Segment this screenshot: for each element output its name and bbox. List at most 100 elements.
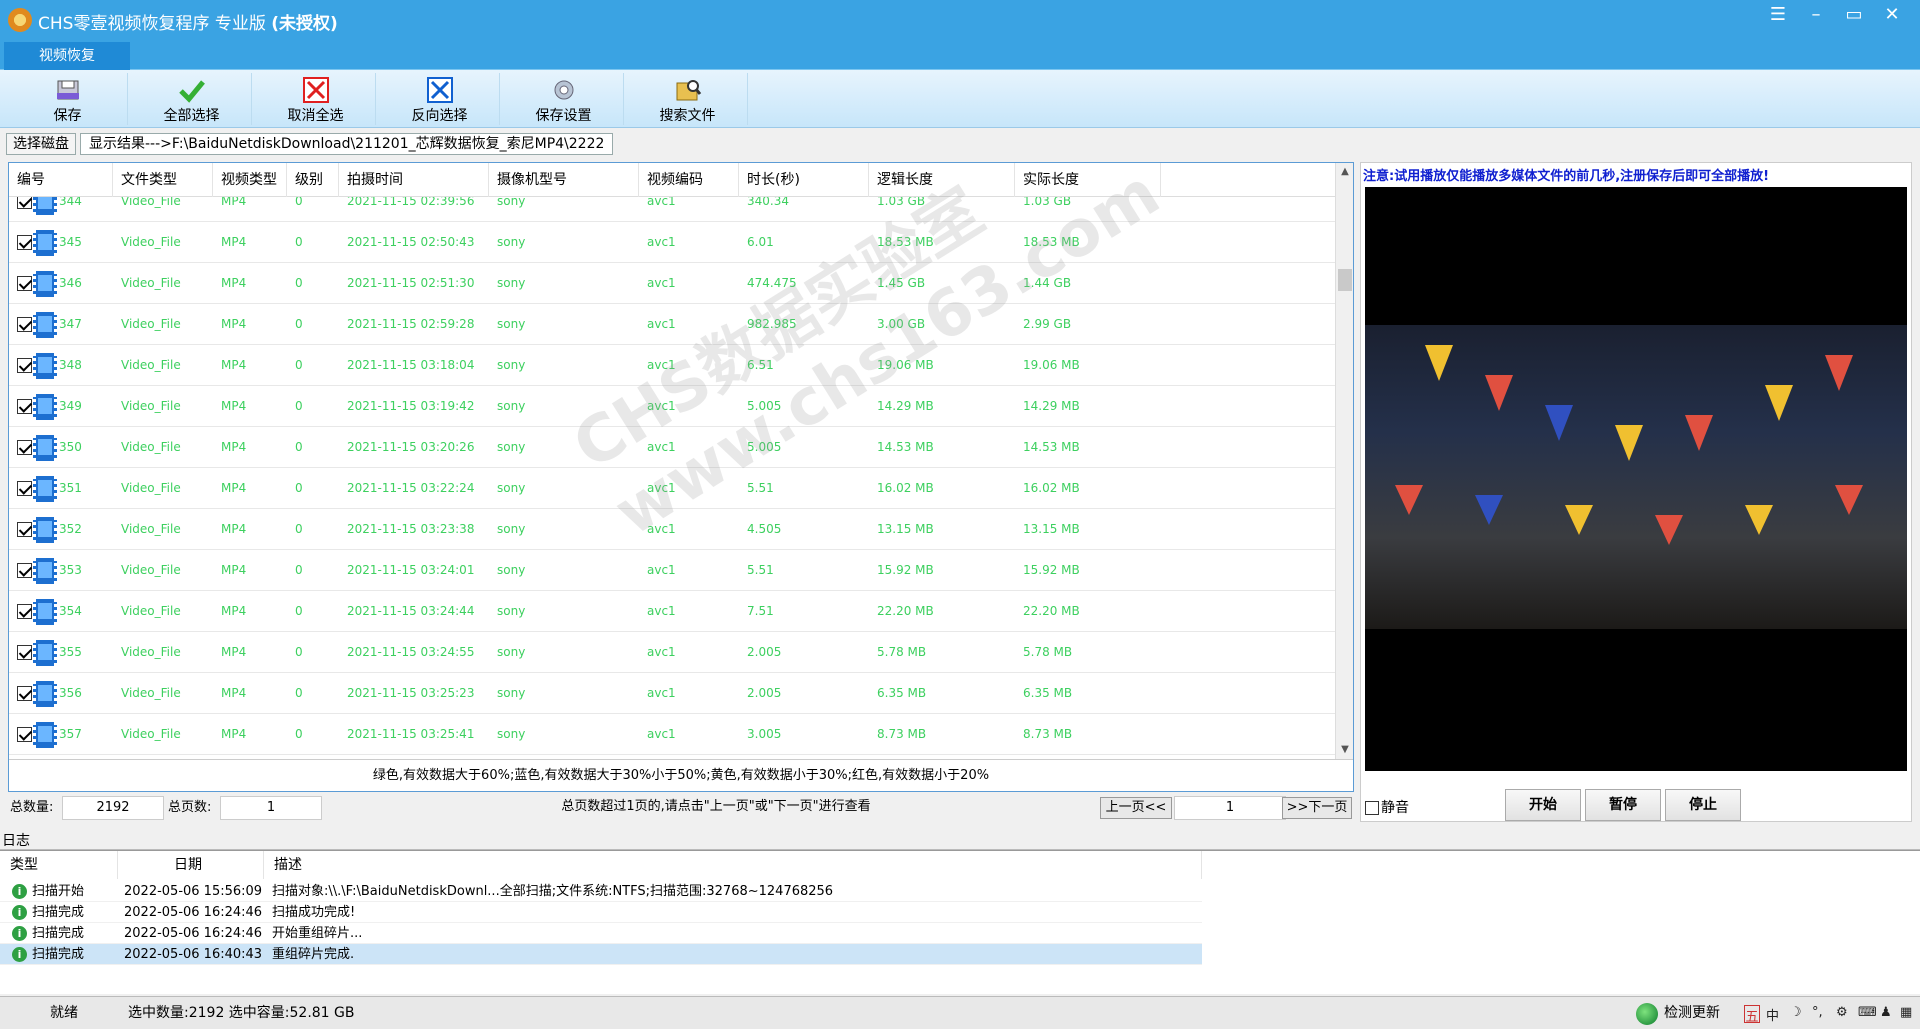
row-checkbox[interactable] [17,522,32,537]
table-row[interactable]: 344 Video_File MP4 0 2021-11-15 02:39:56 sony… [9,197,1335,222]
table-row[interactable]: 356 Video_File MP4 0 2021-11-15 03:25:23 sony… [9,673,1335,714]
table-row[interactable]: 357 Video_File MP4 0 2021-11-15 03:25:41 sony… [9,714,1335,755]
col-file-type[interactable]: 文件类型 [113,163,213,197]
table-row[interactable]: 353 Video_File MP4 0 2021-11-15 03:24:01 sony… [9,550,1335,591]
update-globe-icon[interactable] [1636,1003,1658,1025]
table-row[interactable]: 351 Video_File MP4 0 2021-11-15 03:22:24 sony… [9,468,1335,509]
row-ftype: Video_File [121,645,181,659]
keyboard-icon[interactable]: ⌨ [1858,1005,1877,1023]
row-checkbox[interactable] [17,358,32,373]
table-row[interactable]: 349 Video_File MP4 0 2021-11-15 03:19:42 sony… [9,386,1335,427]
select-all-button[interactable]: 全部选择 [132,73,252,125]
row-checkbox[interactable] [17,440,32,455]
row-level: 0 [295,276,303,290]
row-level: 0 [295,358,303,372]
log-row[interactable]: i 扫描完成 2022-05-06 16:24:46 开始重组碎片... [0,923,1202,944]
maximize-icon[interactable]: ▭ [1838,4,1870,26]
row-checkbox[interactable] [17,481,32,496]
col-duration[interactable]: 时长(秒) [739,163,869,197]
col-actual-length[interactable]: 实际长度 [1015,163,1161,197]
table-row[interactable]: 348 Video_File MP4 0 2021-11-15 03:18:04 sony… [9,345,1335,386]
log-row[interactable]: i 扫描开始 2022-05-06 15:56:09 扫描对象:\\.\F:\Baid… [0,881,1202,902]
table-row[interactable]: 346 Video_File MP4 0 2021-11-15 02:51:30 sony… [9,263,1335,304]
row-time: 2021-11-15 02:50:43 [347,235,475,249]
next-page-button[interactable]: >>下一页 [1282,797,1352,819]
row-checkbox[interactable] [17,235,32,250]
grid-icon[interactable]: ▦ [1900,1005,1912,1023]
settings-icon[interactable]: ⚙ [1836,1005,1848,1023]
col-logical-length[interactable]: 逻辑长度 [869,163,1015,197]
table-row[interactable]: 350 Video_File MP4 0 2021-11-15 03:20:26 sony… [9,427,1335,468]
prev-page-button[interactable]: 上一页<< [1100,797,1172,819]
scroll-down-icon[interactable]: ▼ [1336,741,1354,759]
table-row[interactable]: 345 Video_File MP4 0 2021-11-15 02:50:43 sony… [9,222,1335,263]
col-codec[interactable]: 视频编码 [639,163,739,197]
close-icon[interactable]: ✕ [1876,4,1908,26]
bunting-flag [1425,345,1453,381]
moon-icon[interactable]: ☽ [1790,1005,1802,1023]
scroll-thumb[interactable] [1338,269,1352,291]
log-col-desc[interactable]: 描述 [264,851,1202,879]
col-id[interactable]: 编号 [9,163,113,197]
row-vtype: MP4 [221,686,247,700]
ime-mode[interactable]: 中 [1766,1005,1779,1024]
invert-selection-button[interactable]: 反向选择 [380,73,500,125]
video-player[interactable] [1365,187,1907,771]
mute-checkbox[interactable]: 静音 [1365,797,1409,817]
table-row[interactable]: 352 Video_File MP4 0 2021-11-15 03:23:38 sony… [9,509,1335,550]
row-dur: 5.51 [747,481,774,495]
row-camera: sony [497,235,526,249]
play-start-button[interactable]: 开始 [1505,789,1581,821]
select-disk-tab[interactable]: 选择磁盘 [6,133,76,155]
log-col-date[interactable]: 日期 [118,851,264,879]
table-scrollbar[interactable]: ▲ ▼ [1335,163,1353,759]
table-row[interactable]: 354 Video_File MP4 0 2021-11-15 03:24:44 sony… [9,591,1335,632]
log-row[interactable]: i 扫描完成 2022-05-06 16:40:43 重组碎片完成. [0,944,1202,965]
save-settings-button[interactable]: 保存设置 [504,73,624,125]
row-logical: 3.00 GB [877,317,926,331]
row-time: 2021-11-15 02:39:56 [347,197,475,208]
pause-button[interactable]: 暂停 [1585,789,1661,821]
row-checkbox[interactable] [17,399,32,414]
col-level[interactable]: 级别 [287,163,339,197]
toolbar: 保存 全部选择 取消全选 反向选择 保存设置 搜索文件 [0,70,1920,128]
check-update-button[interactable]: 检测更新 [1664,997,1720,1029]
row-checkbox[interactable] [17,727,32,742]
row-checkbox[interactable] [17,604,32,619]
row-checkbox[interactable] [17,317,32,332]
table-row[interactable]: 355 Video_File MP4 0 2021-11-15 03:24:55 sony… [9,632,1335,673]
scroll-up-icon[interactable]: ▲ [1336,163,1354,181]
row-checkbox[interactable] [17,276,32,291]
preview-panel: 注意:试用播放仅能播放多媒体文件的前几秒,注册保存后即可全部播放! 静音 开始 … [1360,162,1912,822]
menu-icon[interactable]: ☰ [1762,4,1794,26]
save-button[interactable]: 保存 [8,73,128,125]
minimize-icon[interactable]: – [1800,4,1832,26]
row-ftype: Video_File [121,481,181,495]
tab-video-recovery[interactable]: 视频恢复 [4,42,130,70]
row-checkbox[interactable] [17,197,32,209]
row-checkbox[interactable] [17,686,32,701]
row-dur: 2.005 [747,645,782,659]
mute-checkbox-box[interactable] [1365,801,1379,815]
row-time: 2021-11-15 03:22:24 [347,481,475,495]
col-camera-model[interactable]: 摄像机型号 [489,163,639,197]
stop-button[interactable]: 停止 [1665,789,1741,821]
result-path-tab[interactable]: 显示结果--->F:\BaiduNetdiskDownload\211201_芯… [80,133,614,155]
row-checkbox[interactable] [17,645,32,660]
search-file-button[interactable]: 搜索文件 [628,73,748,125]
log-row[interactable]: i 扫描完成 2022-05-06 16:24:46 扫描成功完成! [0,902,1202,923]
ime-logo-icon[interactable]: 五 [1744,1005,1760,1025]
bunting-flag [1545,405,1573,441]
cancel-all-button[interactable]: 取消全选 [256,73,376,125]
page-number-input[interactable]: 1 [1174,796,1286,820]
col-video-type[interactable]: 视频类型 [213,163,287,197]
row-dur: 474.475 [747,276,797,290]
log-col-type[interactable]: 类型 [0,851,118,879]
info-icon: i [12,905,27,920]
punctuation-icon[interactable]: °, [1812,1005,1823,1023]
row-time: 2021-11-15 03:20:26 [347,440,475,454]
row-checkbox[interactable] [17,563,32,578]
user-icon[interactable]: ♟ [1880,1005,1892,1023]
table-row[interactable]: 347 Video_File MP4 0 2021-11-15 02:59:28 sony… [9,304,1335,345]
col-capture-time[interactable]: 拍摄时间 [339,163,489,197]
